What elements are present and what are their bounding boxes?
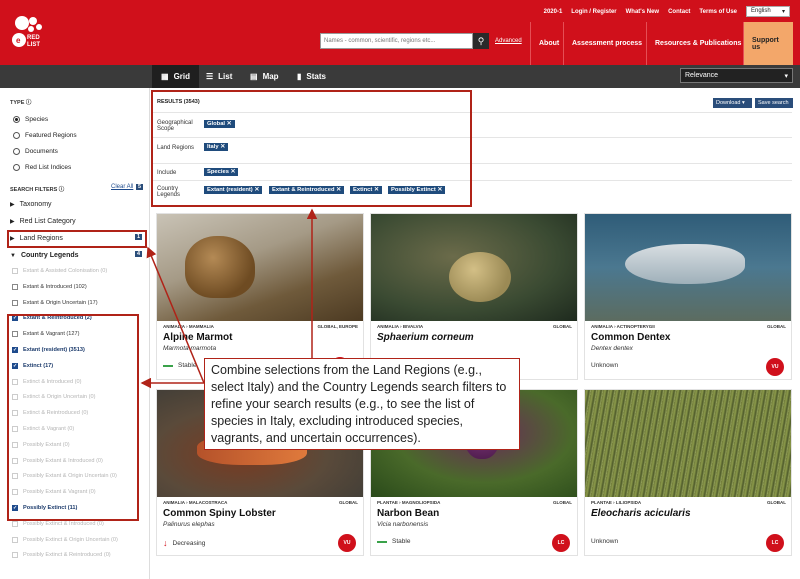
annotation-arrows [140, 208, 318, 389]
arrow-to-land-regions [146, 246, 205, 384]
instruction-callout: Combine selections from the Land Regions… [204, 358, 520, 450]
